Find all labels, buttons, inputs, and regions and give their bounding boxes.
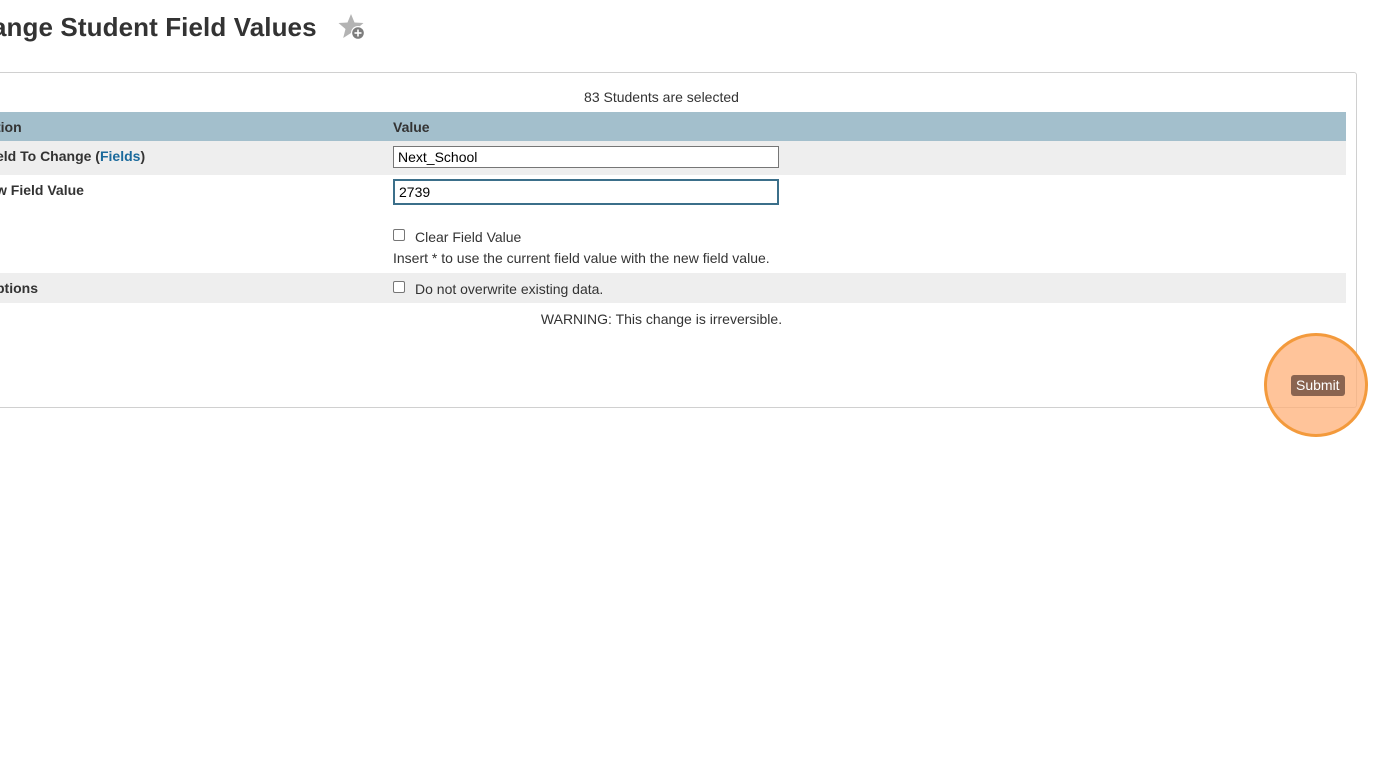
- insert-hint: Insert * to use the current field value …: [393, 250, 770, 266]
- column-header-value: Value: [393, 119, 430, 135]
- options-label: ptions: [0, 280, 38, 296]
- new-field-value-input[interactable]: [393, 179, 779, 205]
- page: ange Student Field Values 83 Students ar…: [0, 0, 1377, 769]
- no-overwrite-label: Do not overwrite existing data.: [415, 281, 604, 297]
- clear-field-value-checkbox[interactable]: [393, 229, 405, 241]
- new-field-value-label: w Field Value: [0, 182, 84, 198]
- row-options: ptions Do not overwrite existing data.: [0, 273, 1346, 303]
- field-to-change-input[interactable]: [393, 146, 779, 168]
- submit-button[interactable]: Submit: [1291, 375, 1345, 396]
- no-overwrite-checkbox[interactable]: [393, 281, 405, 293]
- field-to-change-label: eld To Change (Fields): [0, 148, 146, 164]
- warning-text: WARNING: This change is irreversible.: [540, 311, 783, 327]
- fields-link[interactable]: Fields: [100, 148, 140, 164]
- table-header: tion Value: [0, 112, 1346, 141]
- row-field-to-change: eld To Change (Fields): [0, 141, 1346, 175]
- column-header-option: tion: [0, 119, 22, 135]
- star-plus-icon[interactable]: [337, 12, 369, 44]
- page-title: ange Student Field Values: [0, 12, 317, 42]
- clear-field-value-label: Clear Field Value: [415, 229, 522, 245]
- selected-count: 83 Students are selected: [584, 89, 739, 105]
